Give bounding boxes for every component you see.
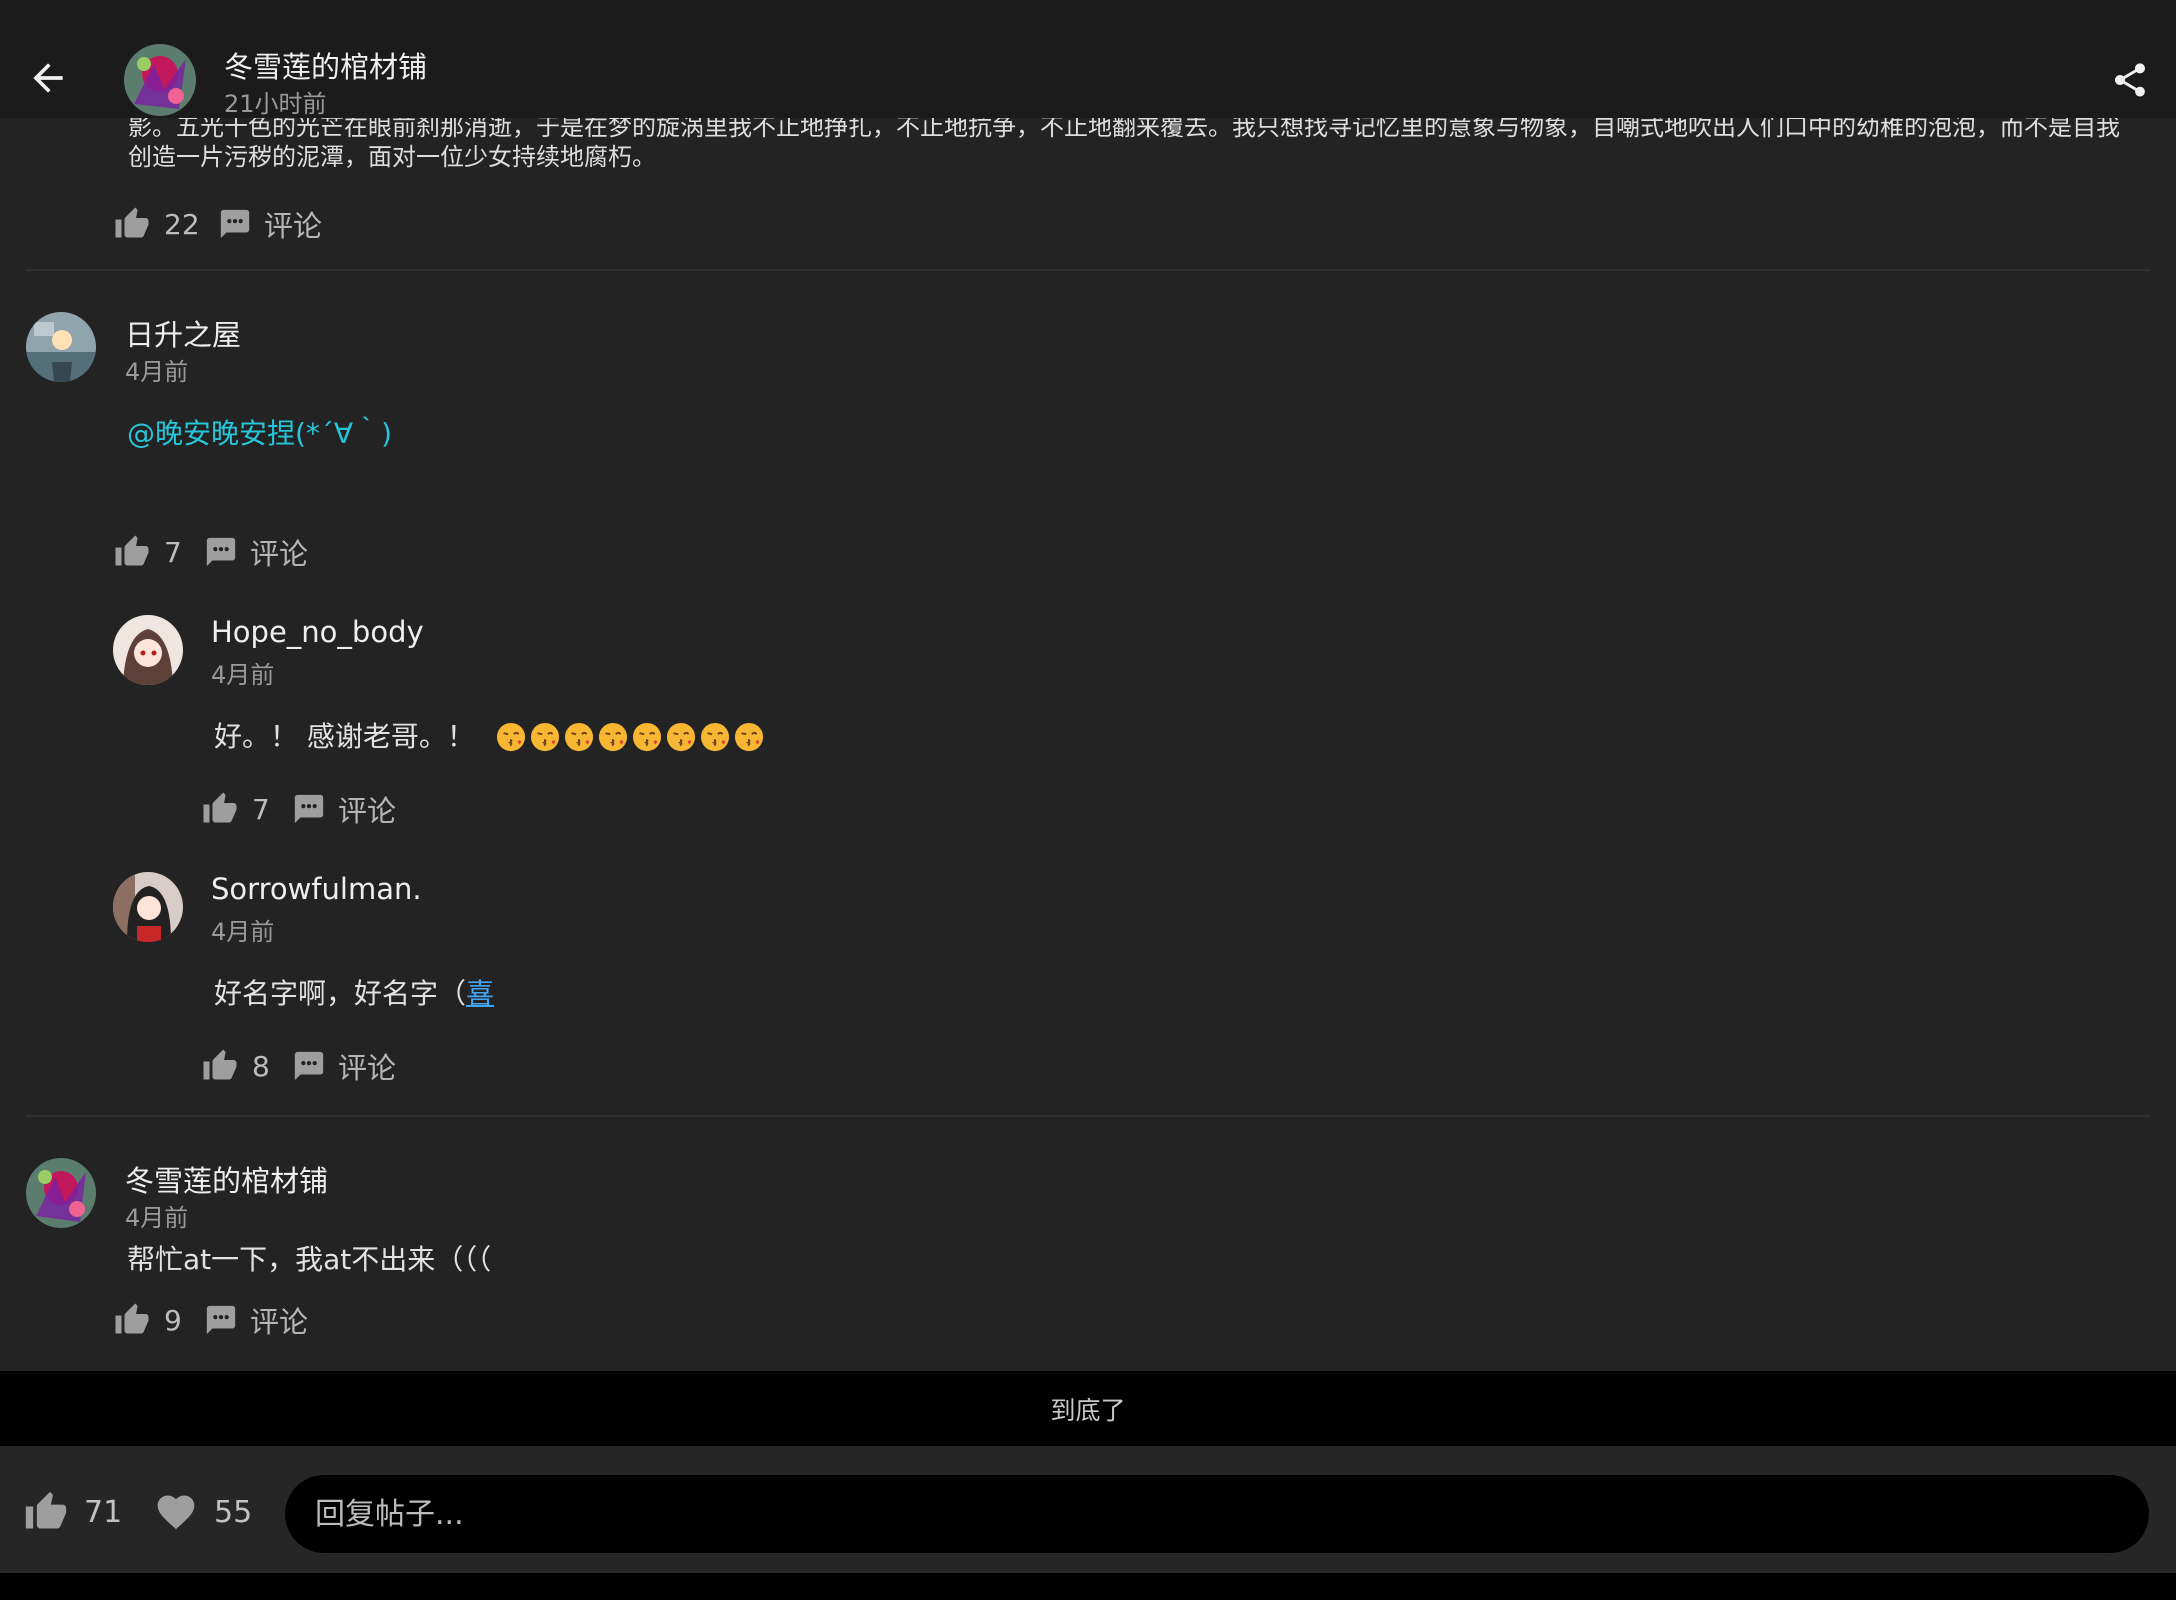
reply-like-button[interactable]: 8 xyxy=(202,1048,292,1084)
comment-like-button[interactable]: 7 xyxy=(114,534,204,570)
thumb-up-icon xyxy=(202,1048,238,1084)
reply-like-button[interactable]: 7 xyxy=(202,791,292,827)
thumb-up-icon xyxy=(202,791,238,827)
replier-avatar[interactable] xyxy=(113,872,183,942)
reply-text: 好名字啊，好名字（喜 xyxy=(214,972,494,1012)
kiss-emoji-icon xyxy=(564,722,594,752)
comment-label: 评论 xyxy=(338,1051,397,1085)
bottom-action-bar: 71 55 xyxy=(0,1446,2176,1573)
reply-text-content: 好名字啊，好名字（ xyxy=(214,977,467,1010)
kiss-emoji-icon xyxy=(666,722,696,752)
divider xyxy=(26,269,2150,271)
like-count: 9 xyxy=(164,1303,182,1337)
like-count: 22 xyxy=(164,207,200,241)
kiss-emoji-icon xyxy=(700,722,730,752)
kiss-emoji-icon xyxy=(598,722,628,752)
like-count: 7 xyxy=(164,535,182,569)
like-count: 7 xyxy=(252,792,270,826)
reply-time: 4月前 xyxy=(211,918,275,946)
system-nav-bar xyxy=(0,1573,2176,1600)
share-icon xyxy=(2115,63,2145,97)
thumb-up-icon xyxy=(114,534,150,570)
post-comment-button[interactable]: 评论 xyxy=(218,203,322,245)
inline-link[interactable]: 喜 xyxy=(466,977,494,1010)
comment-label: 评论 xyxy=(264,209,323,243)
post-actions: 22 评论 xyxy=(114,202,322,246)
reply-actions: 8 评论 xyxy=(202,1044,396,1088)
comment-actions: 9 评论 xyxy=(114,1298,308,1342)
replier-name[interactable]: Hope_no_body xyxy=(211,615,424,649)
author-avatar[interactable] xyxy=(124,44,196,116)
heart-icon xyxy=(154,1490,198,1534)
reply-text-content: 好。！ 感谢老哥。！ xyxy=(214,720,475,753)
comment-icon xyxy=(204,535,238,569)
thumb-up-icon xyxy=(114,1302,150,1338)
comment-label: 评论 xyxy=(250,537,309,571)
top-app-bar: 冬雪莲的棺材铺 21小时前 xyxy=(0,0,2176,118)
kiss-emoji-icon xyxy=(632,722,662,752)
reply-comment-button[interactable]: 评论 xyxy=(292,1045,396,1087)
author-name[interactable]: 冬雪莲的棺材铺 xyxy=(224,44,427,86)
comment-like-button[interactable]: 9 xyxy=(114,1302,204,1338)
favorite-count: 55 xyxy=(214,1494,253,1530)
comment-time: 4月前 xyxy=(125,358,189,386)
like-count: 8 xyxy=(252,1049,270,1083)
comment-actions: 7 评论 xyxy=(114,530,308,574)
replier-avatar[interactable] xyxy=(113,615,183,685)
comment-reply-button[interactable]: 评论 xyxy=(204,1299,308,1341)
end-of-list-indicator: 到底了 xyxy=(0,1371,2176,1446)
post-like-button[interactable]: 22 xyxy=(114,206,204,242)
thumb-up-icon xyxy=(114,206,150,242)
replier-name[interactable]: Sorrowfulman. xyxy=(211,872,422,906)
divider xyxy=(26,1115,2150,1117)
commenter-avatar[interactable] xyxy=(26,1158,96,1228)
commenter-name[interactable]: 日升之屋 xyxy=(125,312,241,354)
comment-label: 评论 xyxy=(338,794,397,828)
kiss-emoji-icon xyxy=(496,722,526,752)
comment-reply-button[interactable]: 评论 xyxy=(204,531,308,573)
comment-icon xyxy=(292,792,326,826)
kiss-emoji-icon xyxy=(734,722,764,752)
kiss-emoji-icon xyxy=(530,722,560,752)
share-button[interactable] xyxy=(2110,60,2150,100)
post-detail-page: 冬雪莲的棺材铺 21小时前 影。五光十色的光芒在眼前刹那消逝，于是在梦的旋涡里我… xyxy=(0,0,2176,1600)
total-like-count: 71 xyxy=(84,1494,123,1530)
commenter-name[interactable]: 冬雪莲的棺材铺 xyxy=(125,1158,328,1200)
thumb-up-icon xyxy=(24,1490,68,1534)
comment-time: 4月前 xyxy=(125,1204,189,1232)
reply-actions: 7 评论 xyxy=(202,787,396,831)
arrow-back-icon xyxy=(33,63,63,93)
reply-time: 4月前 xyxy=(211,661,275,689)
commenter-avatar[interactable] xyxy=(26,312,96,382)
favorite-button[interactable]: 55 xyxy=(154,1490,252,1534)
comment-label: 评论 xyxy=(250,1305,309,1339)
comment-text: 帮忙at一下，我at不出来（（（ xyxy=(127,1243,492,1276)
emoji-row xyxy=(496,720,768,753)
reply-comment-button[interactable]: 评论 xyxy=(292,788,396,830)
reply-text: 好。！ 感谢老哥。！ xyxy=(214,715,768,755)
comment-icon xyxy=(204,1303,238,1337)
mention-link[interactable]: @晚安晚安捏(*´∀｀) xyxy=(127,412,392,452)
post-body-text: 影。五光十色的光芒在眼前刹那消逝，于是在梦的旋涡里我不止地挣扎，不止地抗争，不止… xyxy=(128,113,2120,171)
back-button[interactable] xyxy=(26,56,70,100)
comment-icon xyxy=(218,207,252,241)
post-like-total-button[interactable]: 71 xyxy=(24,1490,122,1534)
post-time: 21小时前 xyxy=(224,90,327,118)
reply-input[interactable] xyxy=(285,1475,2149,1553)
comment-icon xyxy=(292,1049,326,1083)
